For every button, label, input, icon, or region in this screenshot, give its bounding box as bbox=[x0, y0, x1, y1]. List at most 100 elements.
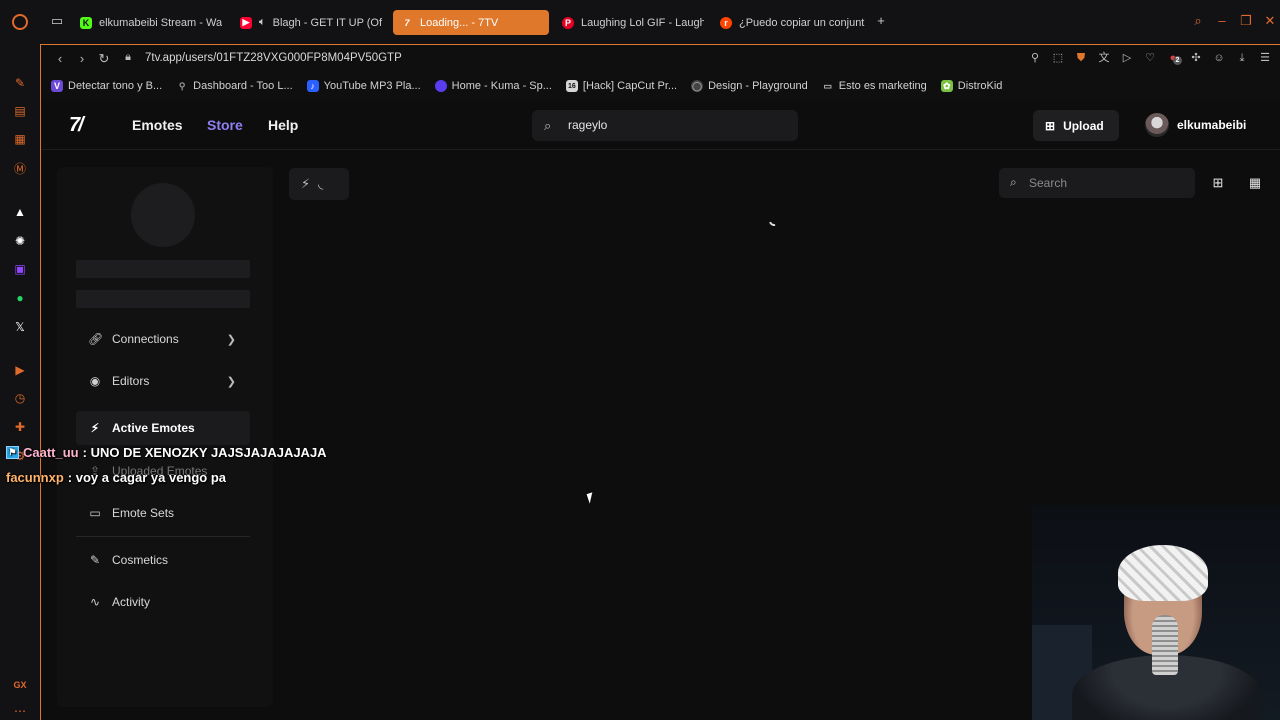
profile-icon[interactable]: ☺ bbox=[1212, 51, 1226, 65]
sidebar-item-connections[interactable]: 🔗︎ Connections ❯ bbox=[76, 322, 250, 356]
nav-emotes[interactable]: Emotes bbox=[132, 117, 183, 133]
speaker-icon: 🔈︎ bbox=[259, 16, 266, 28]
reload-icon[interactable]: ↻ bbox=[97, 51, 111, 67]
new-tab-icon[interactable]: + bbox=[874, 14, 888, 28]
bookmark-1[interactable]: ⚲ Dashboard - Too L... bbox=[176, 80, 293, 92]
menu-icon[interactable]: ☰ bbox=[1258, 51, 1272, 65]
bookmark-3[interactable]: ● Home - Kuma - Sp... bbox=[434, 80, 552, 92]
tab-3[interactable]: P Laughing Lol GIF - Laugh bbox=[554, 10, 704, 35]
twitch-icon[interactable]: ▣ bbox=[13, 262, 27, 276]
extension-badge-icon[interactable]: ●2 bbox=[1166, 51, 1182, 65]
user-menu[interactable]: elkumabeibi bbox=[1145, 113, 1246, 137]
bookmark-icon: V bbox=[51, 80, 63, 92]
url-field[interactable]: 7tv.app/users/01FTZ28VXG000FP8M04PV50GTP bbox=[145, 52, 402, 64]
user-circle-icon: ◉ bbox=[89, 374, 101, 388]
search-icon: ⌕ bbox=[1010, 175, 1017, 189]
minimize-icon[interactable]: – bbox=[1215, 14, 1229, 28]
history-icon[interactable]: ◷ bbox=[13, 391, 27, 405]
x-icon[interactable]: 𝕏 bbox=[13, 320, 27, 334]
mail-icon[interactable]: Ⓜ bbox=[13, 161, 27, 176]
upload-plus-icon: ⊞ bbox=[1045, 118, 1056, 133]
snapshot-icon[interactable]: ⬚ bbox=[1051, 51, 1065, 65]
download-icon[interactable]: ⤓ bbox=[1235, 51, 1249, 65]
aria-icon[interactable]: ✎ bbox=[13, 76, 27, 90]
chat-username: facunnxp bbox=[6, 470, 64, 485]
emote-search-input[interactable] bbox=[1029, 173, 1187, 193]
restore-icon[interactable]: ❐ bbox=[1239, 14, 1253, 28]
chat-text: : voy a cagar ya vengo pa bbox=[67, 470, 227, 485]
nav-store[interactable]: Store bbox=[207, 117, 243, 133]
close-window-icon[interactable]: ✕ bbox=[1263, 14, 1277, 28]
sidebar-item-editors[interactable]: ◉ Editors ❯ bbox=[76, 364, 250, 398]
more-icon[interactable]: ⋯ bbox=[13, 704, 27, 718]
streamer-beanie bbox=[1118, 545, 1208, 601]
chevron-right-icon: ❯ bbox=[226, 333, 236, 346]
site-search[interactable]: ⌕ bbox=[532, 110, 798, 141]
toolbar: ⚲ ⬚ ⛊ 文 ▷ ♡ ●2 ✣ ☺ ⤓ ☰ bbox=[1028, 51, 1272, 65]
sidebar-item-emote-sets[interactable]: ▭ Emote Sets bbox=[76, 496, 250, 530]
nav-help[interactable]: Help bbox=[268, 117, 298, 133]
forward-icon[interactable]: › bbox=[75, 51, 89, 66]
upload-button[interactable]: ⊞ Upload bbox=[1033, 110, 1119, 141]
extensions-icon[interactable]: ✚ bbox=[13, 420, 27, 434]
translate-icon[interactable]: 文 bbox=[1097, 51, 1111, 65]
workspace-icon[interactable]: ▤ bbox=[13, 104, 27, 118]
whatsapp-icon[interactable]: ● bbox=[13, 291, 27, 305]
site-header: 7/ Emotes Store Help ⌕ ⊞ Upload elkumabe… bbox=[41, 100, 1280, 150]
tab-menu-icon[interactable]: ▭ bbox=[50, 14, 64, 28]
large-grid-icon[interactable]: ⊞ bbox=[1210, 175, 1226, 191]
opera-logo-icon[interactable] bbox=[12, 14, 28, 30]
bookmark-icon: ◯ bbox=[691, 80, 704, 92]
lock-icon[interactable]: 🔒︎ bbox=[121, 51, 135, 64]
sidebar-item-activity[interactable]: ∿ Activity bbox=[76, 585, 250, 619]
tab-label: Loading... - 7TV bbox=[420, 16, 499, 29]
bookmark-5[interactable]: ◯ Design - Playground bbox=[691, 80, 808, 92]
sidebar-item-label: Connections bbox=[112, 332, 179, 346]
username-placeholder bbox=[76, 260, 250, 278]
tab-4[interactable]: r ¿Puedo copiar un conjunt bbox=[712, 10, 868, 35]
heart-icon[interactable]: ♡ bbox=[1143, 51, 1157, 65]
small-grid-icon[interactable]: ▦ bbox=[1247, 175, 1263, 191]
player-icon[interactable]: ▶ bbox=[13, 363, 27, 377]
tab-1[interactable]: ▶ 🔈︎ Blagh - GET IT UP (Of bbox=[232, 10, 384, 35]
bookmark-6[interactable]: ▭ Esto es marketing bbox=[822, 80, 926, 92]
sidebar-item-label: Editors bbox=[112, 374, 150, 388]
browser-sidebar: ✎ ▤ ▦ Ⓜ ▲ ✺ ▣ ● 𝕏 ▶ ◷ ✚ ⚙ GX ⋯ bbox=[0, 0, 40, 720]
activity-icon: ∿ bbox=[89, 595, 101, 609]
bookmark-0[interactable]: V Detectar tono y B... bbox=[51, 80, 162, 92]
play-icon[interactable]: ▷ bbox=[1120, 51, 1134, 65]
bookmark-label: YouTube MP3 Pla... bbox=[323, 80, 421, 92]
bookmark-label: DistroKid bbox=[957, 80, 1003, 92]
aria-ai-icon[interactable]: ▲ bbox=[13, 205, 27, 219]
bookmark-4[interactable]: 16 [Hack] CapCut Pr... bbox=[565, 80, 677, 92]
search-tabs-icon[interactable]: ⌕ bbox=[1191, 14, 1205, 28]
site-search-input[interactable] bbox=[568, 115, 788, 135]
tab-0[interactable]: K elkumabeibi Stream - Wat bbox=[72, 10, 222, 35]
tab-2[interactable]: 7 Loading... - 7TV bbox=[393, 10, 549, 35]
chatgpt-icon[interactable]: ✺ bbox=[13, 234, 27, 248]
7tv-icon: 7 bbox=[404, 17, 410, 28]
puzzle-icon[interactable]: ✣ bbox=[1189, 51, 1203, 65]
kick-icon: K bbox=[80, 16, 92, 29]
sidebar-item-cosmetics[interactable]: ✎ Cosmetics bbox=[76, 543, 250, 577]
back-icon[interactable]: ‹ bbox=[53, 51, 67, 66]
shield-icon[interactable]: ⛊ bbox=[1074, 51, 1088, 65]
reddit-icon: r bbox=[720, 16, 732, 29]
lightning-icon: ⚡︎ bbox=[90, 421, 100, 435]
emote-search[interactable]: ⌕ bbox=[999, 168, 1195, 198]
notes-icon[interactable]: ▦ bbox=[13, 132, 27, 146]
avatar bbox=[1145, 113, 1169, 137]
microphone bbox=[1152, 615, 1178, 675]
active-emotes-filter-button[interactable]: ⚡︎ ◟ bbox=[289, 168, 349, 200]
username: elkumabeibi bbox=[1177, 118, 1247, 132]
pin-icon[interactable]: ⚲ bbox=[1028, 51, 1042, 65]
sidebar-item-label: Cosmetics bbox=[112, 553, 169, 567]
tab-label: elkumabeibi Stream - Wat bbox=[99, 16, 222, 29]
loading-spinner-icon bbox=[767, 214, 781, 228]
bookmark-2[interactable]: ♪ YouTube MP3 Pla... bbox=[306, 80, 421, 92]
7tv-logo-icon[interactable]: 7/ bbox=[69, 114, 84, 137]
gx-icon[interactable]: GX bbox=[13, 678, 27, 692]
bookmark-7[interactable]: ✿ DistroKid bbox=[940, 80, 1003, 92]
bookmarks-bar: V Detectar tono y B... ⚲ Dashboard - Too L… bbox=[40, 72, 1280, 100]
brush-icon: ✎ bbox=[89, 553, 101, 567]
